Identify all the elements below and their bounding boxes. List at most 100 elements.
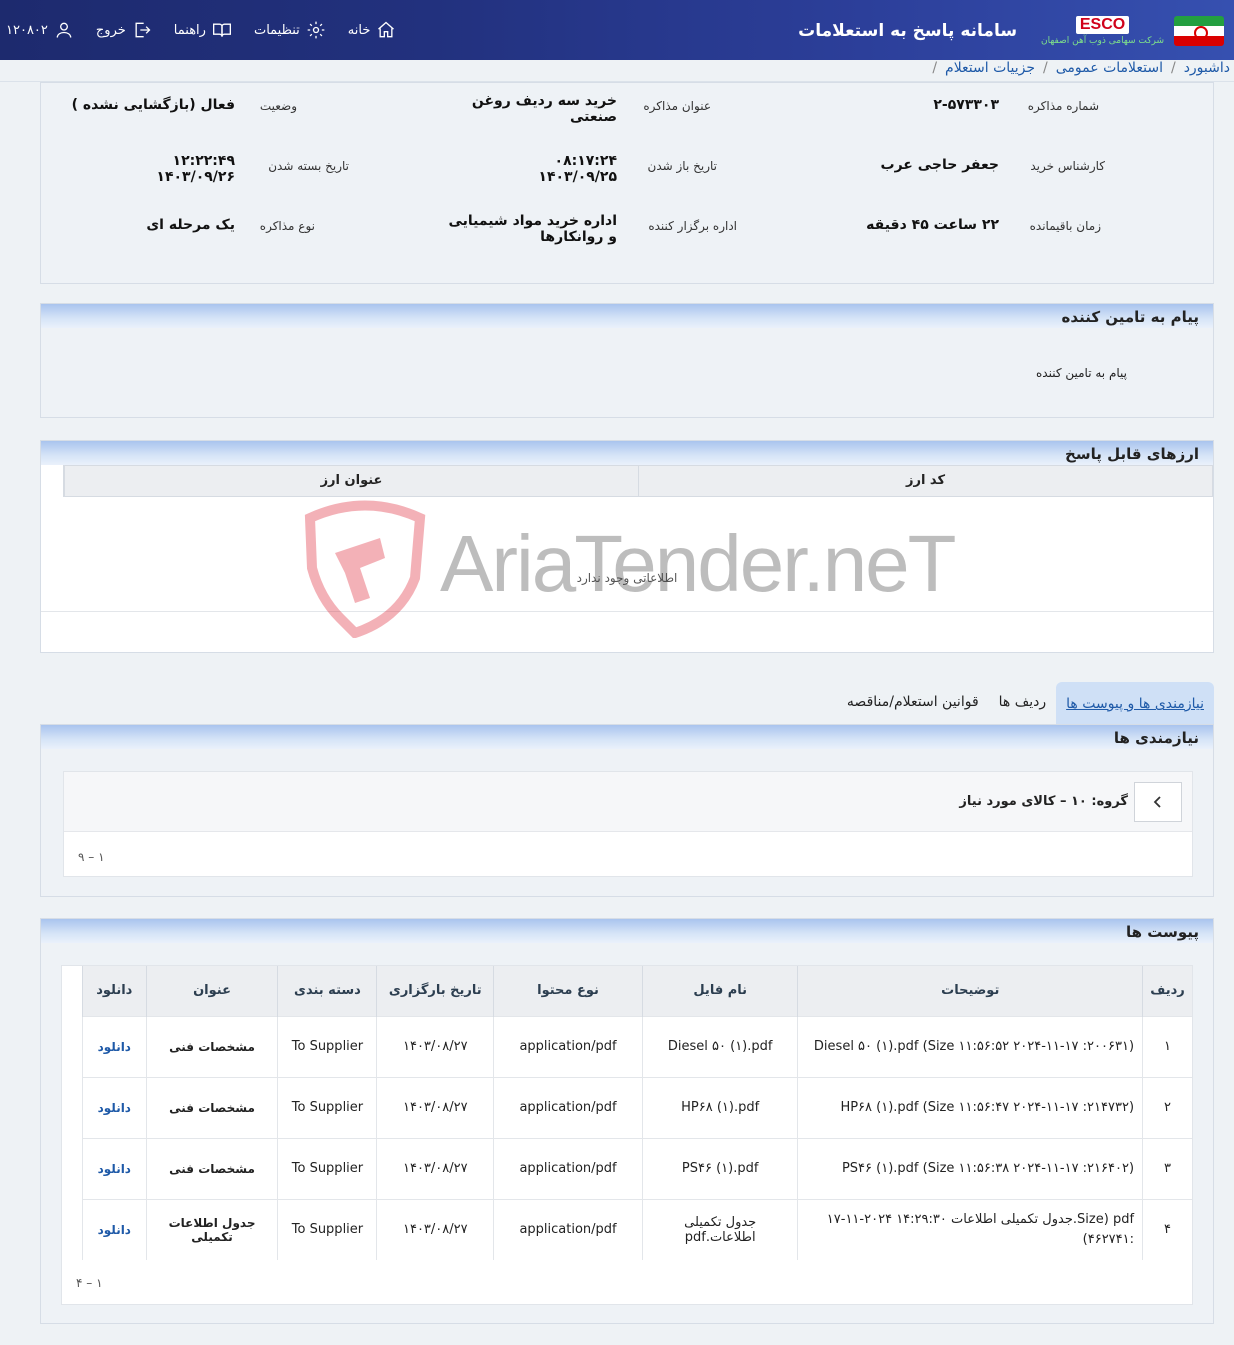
table-row: ۱ Diesel ۵۰ (۱).pdf (Size ۱۱:۵۶:۵۲ ۲۰۲۴-… (82, 1015, 1192, 1077)
settings-label: تنظیمات (253, 22, 300, 38)
breadcrumb-separator: / (932, 60, 938, 76)
attachments-header-row: ردیف توضیحات نام فایل نوع محتوا تاریخ با… (82, 966, 1192, 1016)
table-row: ۳ PS۴۶ (۱).pdf (Size ۱۱:۵۶:۳۸ ۲۰۲۴-۱۱-۱۷… (82, 1137, 1192, 1199)
inquiry-info-panel: شماره مذاکره ۲-۵۷۳۳۰۳ عنوان مذاکره خرید … (40, 82, 1214, 284)
row-category: To Supplier (277, 1137, 377, 1199)
row-file-name: HP۶۸ (۱).pdf (641, 1076, 798, 1138)
brand: ESCO شرکت سهامی ذوب آهن اصفهان سامانه پا… (798, 6, 1224, 56)
esco-logo-text: ESCO (1075, 16, 1130, 34)
neg-type-value: یک مرحله ای (146, 217, 235, 233)
breadcrumb-separator: / (1043, 60, 1048, 76)
system-title: سامانه پاسخ به استعلامات (798, 21, 1018, 41)
tab-needs-attachments[interactable]: نیازمندی ها و پیوست ها (1056, 682, 1214, 724)
title-label: عنوان مذاکره (643, 99, 711, 113)
close-date-label: تاریخ بسته شدن (268, 159, 349, 173)
col-currency-title[interactable]: عنوان ارز (64, 466, 638, 496)
open-date-value: ۰۸:۱۷:۲۴ ۱۴۰۳/۰۹/۲۵ (538, 153, 617, 185)
expand-group-button[interactable] (1134, 782, 1182, 822)
row-index: ۴ (1142, 1198, 1192, 1260)
needs-group-row[interactable]: گروه: ۱۰ – کالای مورد نیاز (64, 772, 1192, 832)
breadcrumb-dashboard[interactable]: داشبورد (1184, 60, 1230, 76)
attachments-panel: پیوست ها ردیف توضیحات نام فایل نوع محتوا… (40, 918, 1214, 1324)
row-category: To Supplier (277, 1015, 377, 1077)
open-date-label: تاریخ باز شدن (647, 159, 717, 173)
row-description: PS۴۶ (۱).pdf (Size ۱۱:۵۶:۳۸ ۲۰۲۴-۱۱-۱۷ :… (797, 1137, 1143, 1199)
user-id: ۱۲۰۸۰۲ (6, 22, 48, 38)
row-category: To Supplier (277, 1198, 377, 1260)
row-upload-date: ۱۴۰۳/۰۸/۲۷ (376, 1015, 494, 1077)
neg-number-label: شماره مذاکره (1027, 99, 1099, 113)
supplier-message-panel: پیام به تامین کننده پیام به تامین کننده (40, 303, 1214, 418)
book-icon (212, 23, 231, 37)
col-content-type[interactable]: نوع محتوا (493, 966, 643, 1016)
top-nav: ۱۲۰۸۰۲ خروج راهنما تنظیمات خانه (6, 0, 396, 60)
needs-heading: نیازمندی ها (41, 725, 1213, 749)
col-upload-date[interactable]: تاریخ بارگزاری (376, 966, 494, 1016)
settings-button[interactable]: تنظیمات (254, 20, 326, 40)
gear-icon (307, 21, 325, 39)
row-description: HP۶۸ (۱).pdf (Size ۱۱:۵۶:۴۷ ۲۰۲۴-۱۱-۱۷ :… (797, 1076, 1143, 1138)
chevron-left-icon (1153, 796, 1161, 808)
guide-button[interactable]: راهنما (174, 20, 232, 40)
col-row[interactable]: ردیف (1142, 966, 1192, 1016)
breadcrumb-public-inquiries[interactable]: استعلامات عمومی (1056, 60, 1163, 76)
row-content-type: application/pdf (493, 1076, 643, 1138)
col-currency-code[interactable]: کد ارز (638, 466, 1212, 496)
row-content-type: application/pdf (493, 1015, 643, 1077)
title-value: خرید سه ردیف روغن صنعتی (471, 93, 617, 125)
supplier-message-heading: پیام به تامین کننده (41, 304, 1213, 328)
row-index: ۱ (1142, 1015, 1192, 1077)
currencies-panel: ارزهای قابل پاسخ کد ارز عنوان ارز اطلاعا… (40, 440, 1214, 653)
attachments-heading: پیوست ها (41, 919, 1213, 943)
row-index: ۲ (1142, 1076, 1192, 1138)
home-button[interactable]: خانه (348, 20, 397, 40)
download-link[interactable]: دانلود (82, 1137, 147, 1199)
col-download[interactable]: دانلود (82, 966, 147, 1016)
col-description[interactable]: توضیحات (797, 966, 1143, 1016)
remaining-time-label: زمان باقیمانده (1029, 219, 1101, 233)
row-title: جدول اطلاعات تکمیلی (145, 1198, 278, 1260)
home-label: خانه (347, 22, 371, 38)
tab-rules[interactable]: قوانین استعلام/مناقصه (837, 694, 989, 724)
expert-value: جعفر حاجی عرب (880, 157, 999, 173)
col-title[interactable]: عنوان (145, 966, 278, 1016)
breadcrumb-inquiry-details[interactable]: جزییات استعلام (945, 60, 1035, 76)
supplier-message-body: پیام به تامین کننده (1036, 366, 1127, 380)
row-title: مشخصات فنی (145, 1076, 278, 1138)
row-file-name: جدول تکمیلی اطلاعات.pdf (641, 1198, 798, 1260)
expert-label: کارشناس خرید (1030, 159, 1105, 173)
user-account[interactable]: ۱۲۰۸۰۲ (6, 20, 74, 40)
col-file-name[interactable]: نام فایل (641, 966, 798, 1016)
remaining-time-value: ۲۲ ساعت ۴۵ دقیقه (866, 217, 999, 233)
user-icon (56, 22, 72, 38)
col-category[interactable]: دسته بندی (277, 966, 377, 1016)
close-date-value: ۱۲:۲۲:۴۹ ۱۴۰۳/۰۹/۲۶ (156, 153, 235, 185)
row-description: Diesel ۵۰ (۱).pdf (Size ۱۱:۵۶:۵۲ ۲۰۲۴-۱۱… (797, 1015, 1143, 1077)
row-title: مشخصات فنی (145, 1137, 278, 1199)
logout-button[interactable]: خروج (96, 20, 152, 40)
attachments-table-wrap: ردیف توضیحات نام فایل نوع محتوا تاریخ با… (61, 965, 1193, 1305)
row-category: To Supplier (277, 1076, 377, 1138)
row-upload-date: ۱۴۰۳/۰۸/۲۷ (376, 1076, 494, 1138)
iran-flag-icon (1174, 16, 1224, 46)
row-content-type: application/pdf (493, 1198, 643, 1260)
neg-number-value: ۲-۵۷۳۳۰۳ (933, 97, 999, 113)
row-upload-date: ۱۴۰۳/۰۸/۲۷ (376, 1198, 494, 1260)
breadcrumb: داشبورد / استعلامات عمومی / جزییات استعل… (932, 60, 1230, 76)
row-content-type: application/pdf (493, 1137, 643, 1199)
row-file-name: PS۴۶ (۱).pdf (641, 1137, 798, 1199)
neg-type-label: نوع مذاکره (259, 219, 315, 233)
needs-panel: نیازمندی ها گروه: ۱۰ – کالای مورد نیاز ۱… (40, 724, 1214, 897)
download-link[interactable]: دانلود (82, 1015, 147, 1077)
organizer-label: اداره برگزار کننده (648, 219, 737, 233)
download-link[interactable]: دانلود (82, 1198, 147, 1260)
currencies-heading: ارزهای قابل پاسخ (41, 441, 1213, 465)
tab-rows[interactable]: ردیف ها (989, 694, 1056, 724)
status-label: وضعیت (259, 99, 297, 113)
currencies-footer (41, 611, 1213, 612)
home-icon (378, 21, 395, 38)
attachments-pager: ۱ – ۴ (76, 1276, 103, 1290)
company-subtitle: شرکت سهامی ذوب آهن اصفهان (1041, 36, 1164, 46)
download-link[interactable]: دانلود (82, 1076, 147, 1138)
table-row: ۴ pdf (Size.جدول تکمیلی اطلاعات ۱۴:۲۹:۳۰… (82, 1198, 1192, 1260)
